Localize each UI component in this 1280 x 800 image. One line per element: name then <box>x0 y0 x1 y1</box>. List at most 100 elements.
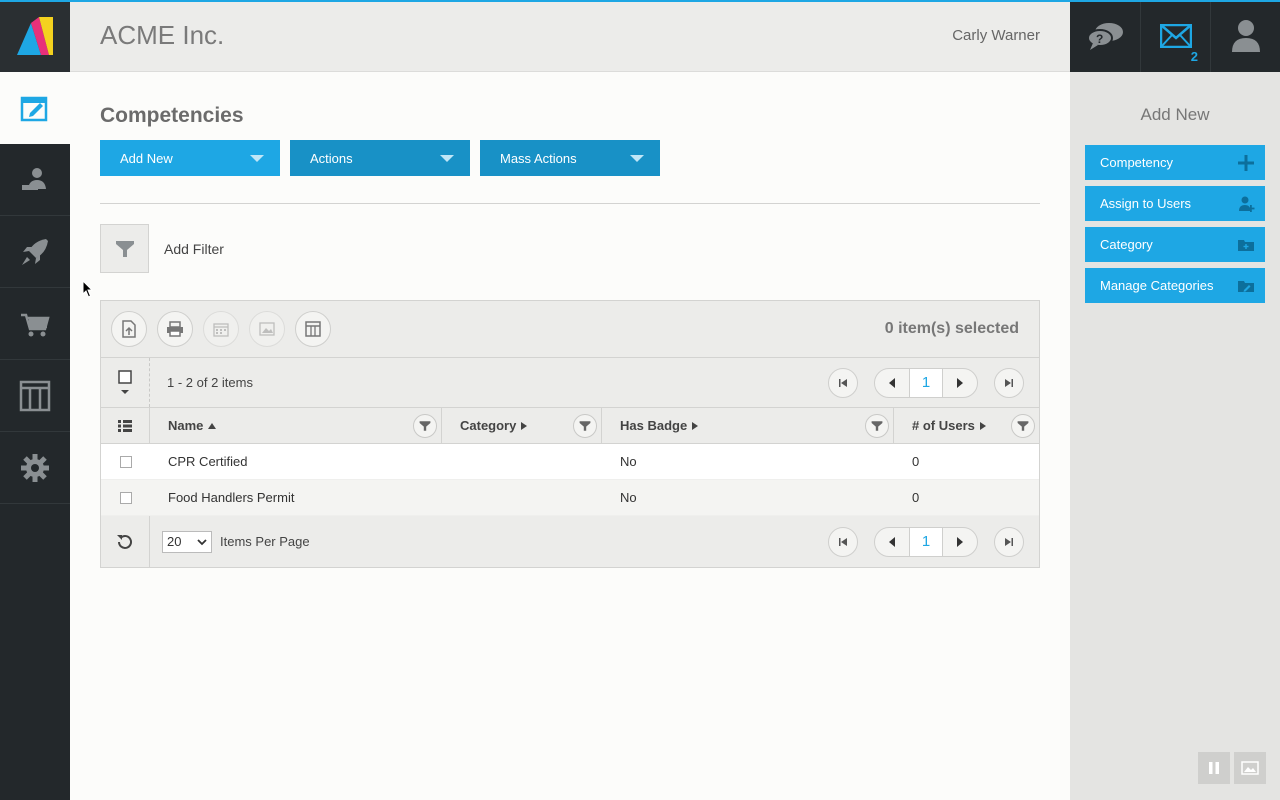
first-page-icon <box>839 378 847 387</box>
last-page-button[interactable] <box>994 526 1024 557</box>
add-user-icon <box>1239 196 1255 212</box>
sort-category[interactable]: Category <box>460 418 528 433</box>
sort-icon <box>979 421 986 430</box>
nav-item-store[interactable] <box>0 288 70 360</box>
nav-item-users[interactable] <box>0 144 70 216</box>
first-page-icon <box>839 537 847 546</box>
action-bar: Add New Actions Mass Actions <box>100 140 1040 176</box>
add-filter-label[interactable]: Add Filter <box>164 241 224 257</box>
page-stepper: 1 <box>874 367 978 398</box>
top-pager: 1 <box>828 367 1024 398</box>
filter-name-button[interactable] <box>413 413 437 438</box>
sort-name[interactable]: Name <box>168 418 217 433</box>
column-has-badge-label: Has Badge <box>620 418 688 433</box>
manage-categories-button[interactable]: Manage Categories <box>1085 268 1265 303</box>
logo-icon <box>17 17 53 55</box>
filter-has-badge-button[interactable] <box>865 413 889 438</box>
user-icon <box>1231 20 1260 52</box>
sort-has-badge[interactable]: Has Badge <box>620 418 699 433</box>
nav-item-launch[interactable] <box>0 216 70 288</box>
help-chat-button[interactable]: ? <box>1070 0 1140 72</box>
print-button[interactable] <box>157 311 193 347</box>
filter-category-button[interactable] <box>573 413 597 438</box>
column-has-badge: Has Badge <box>602 408 894 443</box>
filter-icon <box>115 240 134 257</box>
image-icon <box>259 322 275 336</box>
table-row[interactable]: CPR Certified No 0 <box>101 444 1039 480</box>
prev-page-button[interactable] <box>875 369 909 397</box>
page-size-select[interactable]: 20 <box>162 530 212 553</box>
user-name[interactable]: Carly Warner <box>952 27 1040 44</box>
sort-asc-icon <box>208 422 217 429</box>
row-checkbox[interactable] <box>119 455 132 468</box>
selected-count: 0 item(s) selected <box>884 320 1019 337</box>
chevron-down-icon <box>250 154 264 162</box>
calendar-button[interactable] <box>203 311 239 347</box>
messages-button[interactable]: 2 <box>1140 0 1210 72</box>
columns-button[interactable] <box>295 311 331 347</box>
nav-item-layout[interactable] <box>0 360 70 432</box>
refresh-button[interactable] <box>101 516 150 567</box>
nav-item-settings[interactable] <box>0 432 70 504</box>
next-page-button[interactable] <box>943 528 977 556</box>
actions-label: Actions <box>310 150 353 166</box>
last-page-icon <box>1005 537 1013 546</box>
select-all-control[interactable] <box>101 358 150 407</box>
calendar-icon <box>213 323 229 337</box>
add-category-button[interactable]: Category <box>1085 227 1265 262</box>
cell-num-users: 0 <box>912 454 920 469</box>
sort-num-users[interactable]: # of Users <box>912 418 986 433</box>
add-new-dropdown[interactable]: Add New <box>100 140 280 176</box>
list-icon <box>118 419 132 432</box>
add-competency-button[interactable]: Competency <box>1085 145 1265 180</box>
image-view-button[interactable] <box>249 311 285 347</box>
column-category: Category <box>442 408 602 443</box>
column-name: Name <box>150 408 442 443</box>
cell-num-users: 0 <box>912 490 920 505</box>
cell-name[interactable]: Food Handlers Permit <box>150 490 442 505</box>
cell-has-badge: No <box>620 490 637 505</box>
filter-icon <box>1017 420 1029 431</box>
nav-item-competencies[interactable] <box>0 72 70 144</box>
column-header-row: Name Category Has Badge # of Users <box>101 408 1039 444</box>
first-page-button[interactable] <box>828 526 858 557</box>
assign-to-users-button[interactable]: Assign to Users <box>1085 186 1265 221</box>
main-content: Competencies Add New Actions Mass Action… <box>100 72 1040 568</box>
company-name: ACME Inc. <box>100 20 225 50</box>
add-competency-label: Competency <box>1100 155 1173 170</box>
next-page-button[interactable] <box>943 369 977 397</box>
items-per-page-label: Items Per Page <box>220 534 310 549</box>
pause-button[interactable] <box>1198 752 1230 784</box>
grid-toolbar: 0 item(s) selected <box>101 301 1039 358</box>
cell-name[interactable]: CPR Certified <box>150 454 442 469</box>
image-icon <box>1241 761 1259 775</box>
mass-actions-dropdown[interactable]: Mass Actions <box>480 140 660 176</box>
chevron-down-icon <box>121 389 129 394</box>
picture-button[interactable] <box>1234 752 1266 784</box>
filter-num-users-button[interactable] <box>1011 413 1035 438</box>
last-page-button[interactable] <box>994 367 1024 398</box>
chevron-down-icon <box>630 154 644 162</box>
filter-row: Add Filter <box>100 224 1040 273</box>
export-button[interactable] <box>111 311 147 347</box>
last-page-icon <box>1005 378 1013 387</box>
current-page: 1 <box>909 527 943 556</box>
prev-page-button[interactable] <box>875 528 909 556</box>
print-icon <box>167 321 183 337</box>
users-icon <box>22 167 46 190</box>
sort-icon <box>692 421 699 430</box>
app-logo[interactable] <box>0 0 70 72</box>
left-nav <box>0 0 70 800</box>
divider <box>100 203 1040 204</box>
profile-button[interactable] <box>1210 0 1280 72</box>
column-options[interactable] <box>101 408 150 443</box>
top-icon-bar: ? 2 <box>1070 0 1280 72</box>
next-icon <box>957 377 963 388</box>
bottom-pager: 1 <box>828 526 1024 557</box>
row-checkbox[interactable] <box>119 491 132 504</box>
table-row[interactable]: Food Handlers Permit No 0 <box>101 480 1039 516</box>
actions-dropdown[interactable]: Actions <box>290 140 470 176</box>
add-filter-button[interactable] <box>100 224 149 273</box>
first-page-button[interactable] <box>828 367 858 398</box>
add-category-label: Category <box>1100 237 1153 252</box>
